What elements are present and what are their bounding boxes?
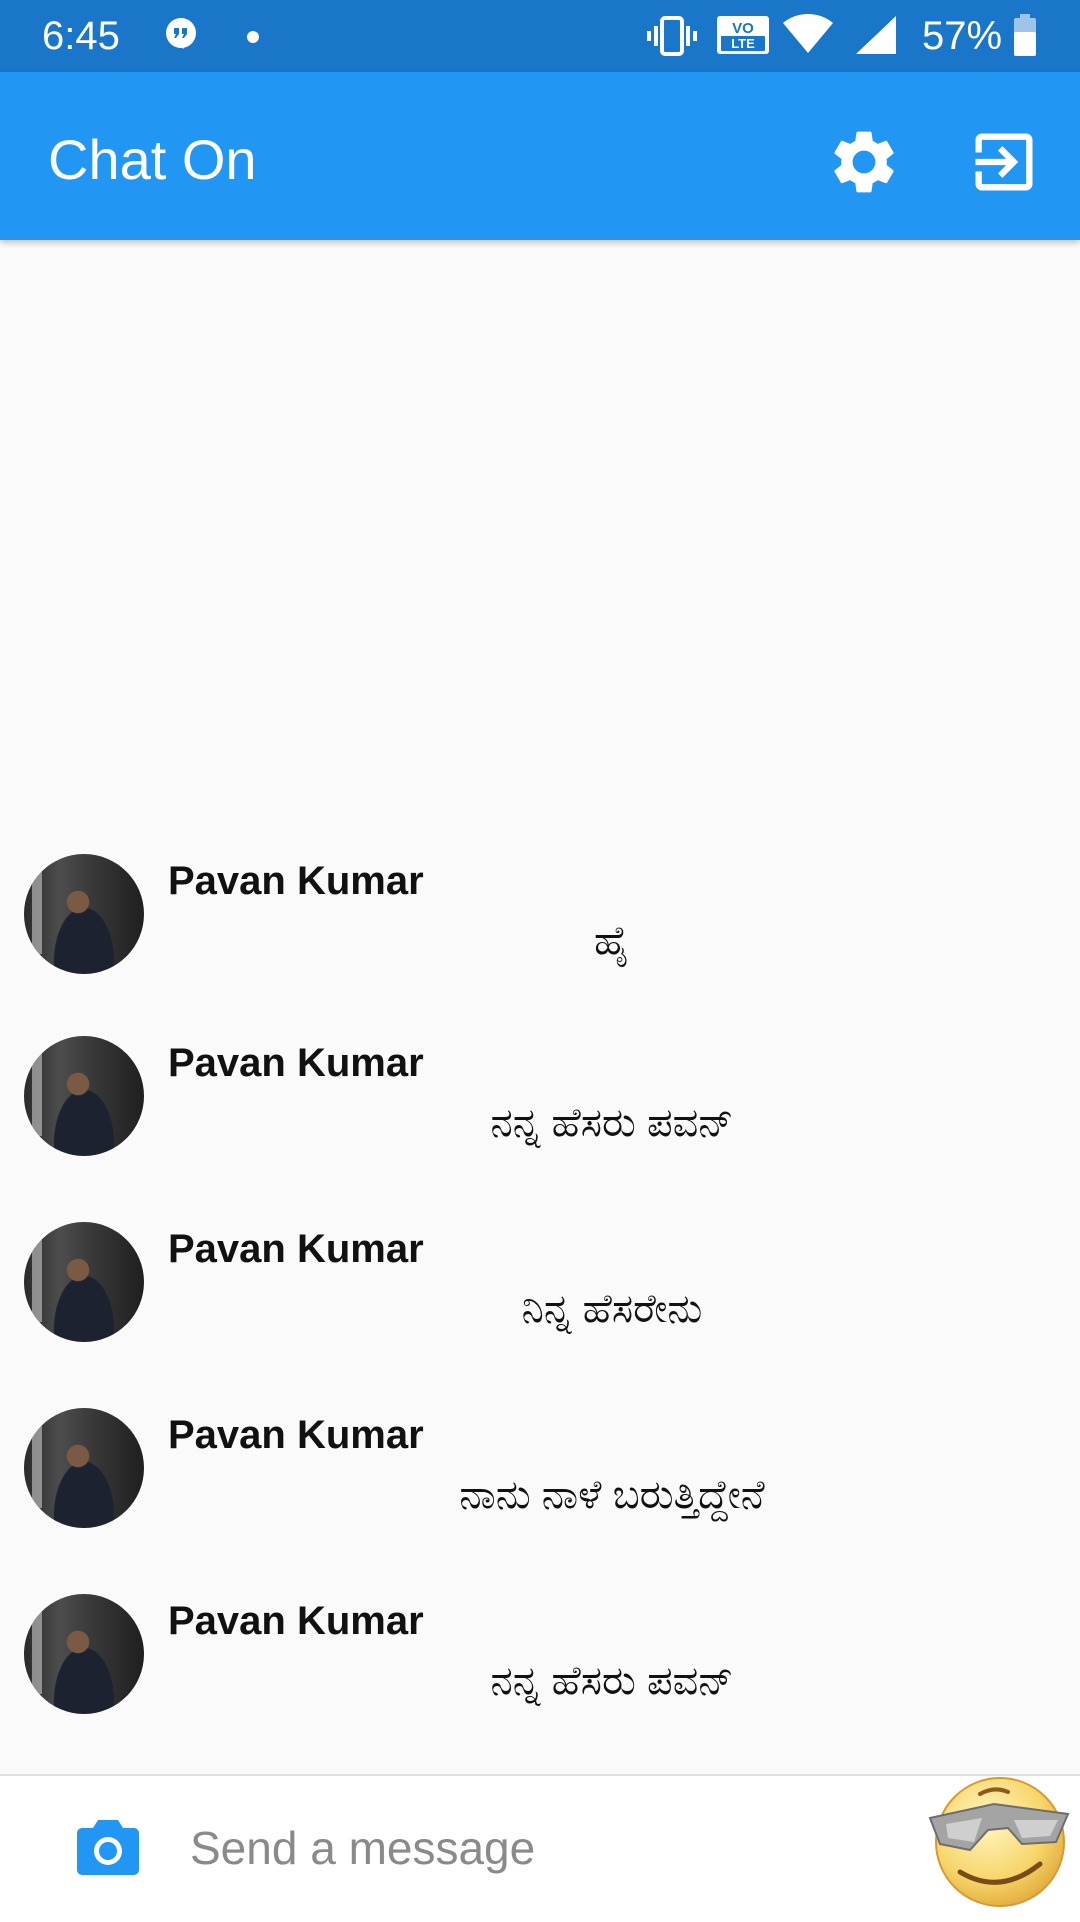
chat-notification-icon <box>166 18 196 49</box>
avatar <box>24 1036 144 1156</box>
svg-text:VO: VO <box>732 20 754 37</box>
avatar <box>24 1408 144 1528</box>
camera-button[interactable] <box>76 1818 140 1876</box>
message-sender: Pavan Kumar <box>168 859 424 903</box>
vibrate-icon <box>647 16 697 56</box>
message-sender: Pavan Kumar <box>168 1041 424 1085</box>
logout-button[interactable] <box>966 124 1042 200</box>
message-sender: Pavan Kumar <box>168 1599 424 1643</box>
gear-icon <box>834 131 894 193</box>
battery-percent: 57% <box>922 14 1003 58</box>
message-composer <box>0 1774 1080 1922</box>
message-item[interactable]: Pavan Kumar ನಿನ್ನ ಹೆಸರೇನು <box>0 1222 1080 1382</box>
message-sender: Pavan Kumar <box>168 1227 424 1271</box>
message-item[interactable]: Pavan Kumar ನಾನು ನಾಳೆ ಬರುತ್ತಿದ್ದೇನೆ <box>0 1408 1080 1568</box>
signal-icon <box>856 16 896 54</box>
message-sender: Pavan Kumar <box>168 1413 424 1457</box>
message-text: ನಿನ್ನ ಹೆಸರೇನು <box>521 1287 703 1331</box>
message-item[interactable]: Pavan Kumar ಹೈ <box>0 854 1080 1014</box>
battery-icon <box>1014 14 1036 56</box>
camera-icon <box>77 1820 139 1875</box>
avatar <box>24 854 144 974</box>
message-input[interactable] <box>190 1810 890 1886</box>
app-title: Chat On <box>48 128 257 191</box>
cool-emoji-icon <box>928 1777 1070 1907</box>
logout-icon <box>975 133 1033 191</box>
message-item[interactable]: Pavan Kumar ನನ್ನ ಹೆಸರು ಪವನ್ <box>0 1594 1080 1754</box>
volte-icon: VO LTE <box>717 16 769 54</box>
status-time: 6:45 <box>42 14 120 58</box>
message-text: ನನ್ನ ಹೆಸರು ಪವನ್ <box>490 1659 734 1703</box>
notification-dot-icon <box>247 31 259 43</box>
settings-button[interactable] <box>826 124 902 200</box>
message-text: ನನ್ನ ಹೆಸರು ಪವನ್ <box>490 1101 734 1145</box>
svg-text:LTE: LTE <box>731 36 755 51</box>
message-text: ಹೈ <box>593 919 631 963</box>
app-bar: Chat On <box>0 72 1080 240</box>
message-list[interactable]: Pavan Kumar ಹೈ Pavan Kumar ನನ್ನ ಹೆಸರು ಪವ… <box>0 240 1080 1774</box>
avatar <box>24 1222 144 1342</box>
emoji-button[interactable] <box>924 1764 1072 1912</box>
wifi-icon <box>783 14 833 53</box>
message-text: ನಾನು ನಾಳೆ ಬರುತ್ತಿದ್ದೇನೆ <box>459 1473 765 1517</box>
message-item[interactable]: Pavan Kumar ನನ್ನ ಹೆಸರು ಪವನ್ <box>0 1036 1080 1196</box>
status-bar: 6:45 VO LTE 57% <box>0 0 1080 72</box>
avatar <box>24 1594 144 1714</box>
